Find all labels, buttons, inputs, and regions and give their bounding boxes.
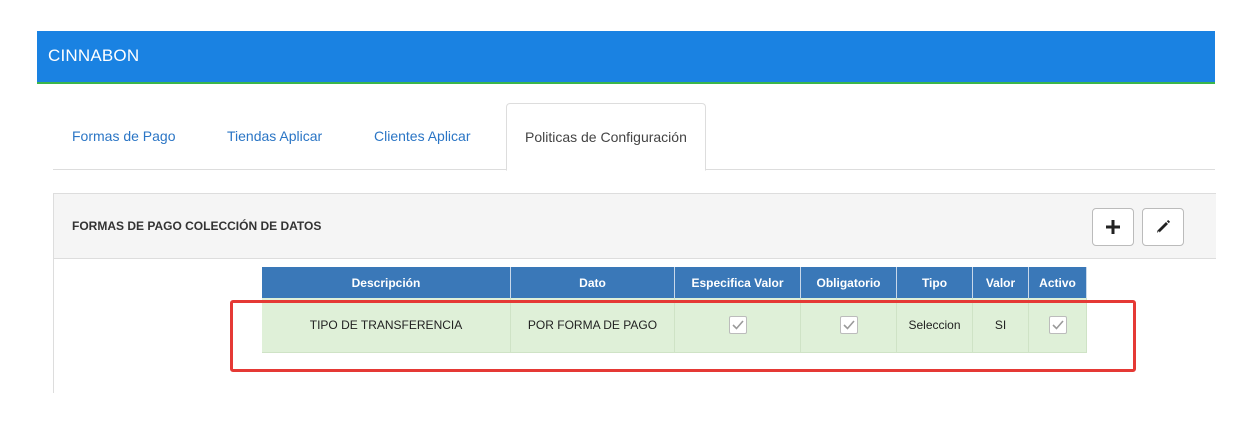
activo-checkbox[interactable]	[1048, 316, 1067, 334]
edit-button[interactable]	[1142, 208, 1184, 246]
cell-descripcion: TIPO DE TRANSFERENCIA	[262, 298, 511, 353]
column-header-obligatorio[interactable]: Obligatorio	[800, 267, 897, 298]
column-header-activo[interactable]: Activo	[1028, 267, 1087, 298]
column-header-descripcion[interactable]: Descripción	[262, 267, 511, 298]
cell-tipo: Seleccion	[896, 298, 973, 353]
cell-valor: SI	[972, 298, 1029, 353]
app-title: CINNABON	[48, 46, 140, 65]
tab-tiendas-aplicar[interactable]: Tiendas Aplicar	[227, 103, 322, 170]
app-header: CINNABON	[37, 31, 1215, 84]
obligatorio-checkbox[interactable]	[839, 316, 858, 334]
tab-formas-de-pago[interactable]: Formas de Pago	[72, 103, 176, 170]
especifica-valor-checkbox[interactable]	[728, 316, 747, 334]
column-header-dato[interactable]: Dato	[510, 267, 675, 298]
tab-clientes-aplicar[interactable]: Clientes Aplicar	[374, 103, 471, 170]
check-icon	[731, 320, 744, 330]
cell-especifica-valor	[674, 298, 801, 353]
check-icon	[1051, 320, 1064, 330]
add-button[interactable]	[1092, 208, 1134, 246]
column-header-valor[interactable]: Valor	[972, 267, 1029, 298]
panel-title: FORMAS DE PAGO COLECCIÓN DE DATOS	[72, 219, 322, 233]
cell-dato: POR FORMA DE PAGO	[510, 298, 675, 353]
column-header-tipo[interactable]: Tipo	[896, 267, 973, 298]
cell-obligatorio	[800, 298, 897, 353]
config-grid: Descripción Dato Especifica Valor Obliga…	[262, 267, 1087, 353]
table-row[interactable]: TIPO DE TRANSFERENCIA POR FORMA DE PAGO …	[262, 298, 1087, 353]
column-header-especifica-valor[interactable]: Especifica Valor	[674, 267, 801, 298]
plus-icon	[1106, 220, 1120, 234]
tab-bar: Formas de Pago Tiendas Aplicar Clientes …	[53, 103, 1215, 171]
check-icon	[842, 320, 855, 330]
cell-activo	[1028, 298, 1087, 353]
panel-header: FORMAS DE PAGO COLECCIÓN DE DATOS	[54, 193, 1216, 259]
pencil-icon	[1157, 220, 1170, 233]
grid-header-row: Descripción Dato Especifica Valor Obliga…	[262, 267, 1087, 298]
tab-politicas-de-configuracion[interactable]: Politicas de Configuración	[506, 103, 706, 171]
